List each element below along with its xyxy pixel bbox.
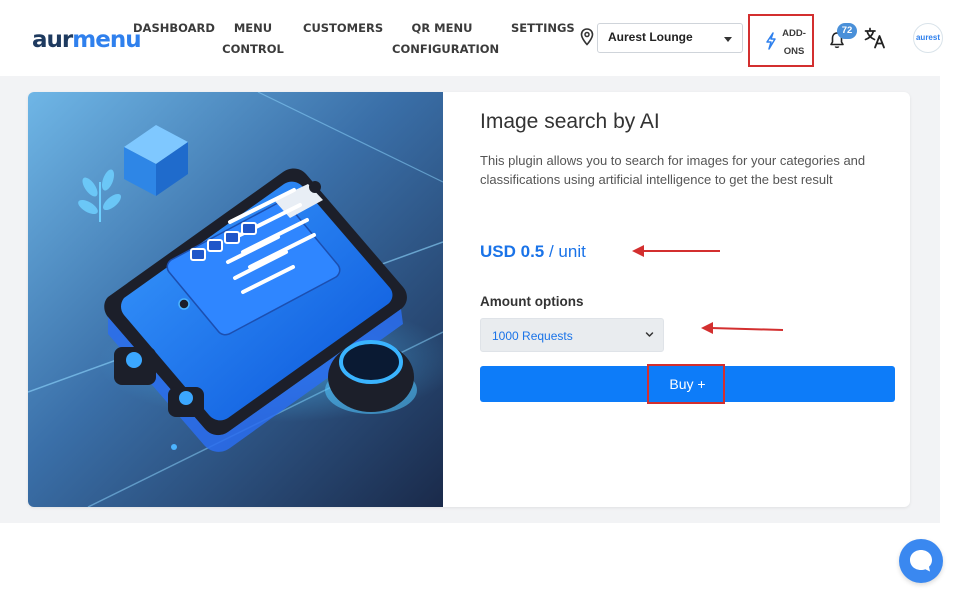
logo-part-1: aur	[32, 27, 73, 53]
options-annotation-arrow	[701, 322, 784, 334]
lightning-icon	[766, 32, 776, 50]
nav-menu-control-line2: CONTROL	[222, 42, 284, 56]
aurmenu-logo[interactable]: aurmenu	[32, 27, 142, 53]
notification-count-badge: 72	[837, 23, 857, 39]
chevron-down-icon	[645, 332, 654, 337]
plugin-description: This plugin allows you to search for ima…	[480, 153, 866, 187]
buy-button-highlight-box	[647, 364, 725, 404]
addons-label-line2: ONS	[783, 46, 805, 57]
chat-button[interactable]	[899, 539, 943, 583]
nav-menu-control-line1: MENU	[233, 21, 273, 35]
caret-down-icon	[724, 37, 732, 42]
nav-settings[interactable]: SETTINGS	[511, 18, 575, 39]
price-annotation-arrow	[632, 245, 720, 257]
price-unit: / unit	[548, 242, 586, 261]
nav-menu-control[interactable]: MENU CONTROL	[220, 18, 286, 60]
nav-qr-line2: CONFIGURATION	[392, 42, 500, 56]
top-header: aurmenu DASHBOARD MENU CONTROL CUSTOMERS…	[0, 0, 954, 76]
nav-customers[interactable]: CUSTOMERS	[303, 18, 383, 39]
chat-icon	[910, 550, 932, 572]
addons-button[interactable]: ADD- ONS	[748, 14, 814, 67]
amount-options-value: 1000 Requests	[492, 329, 573, 343]
nav-qr-menu-configuration[interactable]: QR MENU CONFIGURATION	[392, 18, 500, 60]
translate-icon[interactable]	[864, 27, 887, 49]
nav-dashboard[interactable]: DASHBOARD	[133, 18, 215, 39]
price-amount: USD 0.5	[480, 242, 545, 261]
logo-part-2: menu	[72, 27, 141, 53]
addons-label: ADD- ONS	[780, 25, 808, 61]
plugin-price: USD 0.5 / unit	[480, 242, 586, 262]
addons-label-line1: ADD-	[782, 28, 806, 39]
plugin-card: Image search by AI This plugin allows yo…	[28, 92, 910, 507]
amount-options-select[interactable]: 1000 Requests	[480, 318, 664, 352]
amount-options-label: Amount options	[480, 294, 584, 309]
user-avatar[interactable]: aurest	[913, 23, 943, 53]
plugin-title: Image search by AI	[480, 110, 660, 133]
branch-select[interactable]: Aurest Lounge	[597, 23, 743, 53]
nav-qr-line1: QR MENU	[411, 21, 473, 35]
plugin-illustration	[28, 92, 443, 507]
map-pin-icon	[580, 28, 594, 46]
branch-select-value: Aurest Lounge	[608, 30, 693, 44]
